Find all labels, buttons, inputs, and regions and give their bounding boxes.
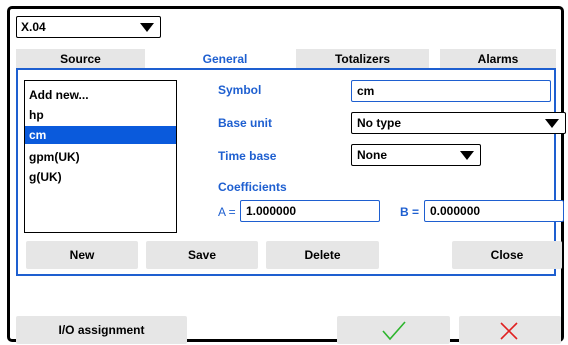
cancel-button[interactable] — [459, 316, 561, 344]
coefficient-a-input[interactable]: 1.000000 — [240, 200, 380, 222]
confirm-button[interactable] — [337, 316, 450, 344]
base-unit-label: Base unit — [218, 116, 273, 130]
list-item[interactable]: g(UK) — [25, 168, 176, 186]
list-item[interactable]: Add new... — [25, 86, 176, 104]
base-unit-select[interactable]: No type — [351, 112, 566, 134]
list-item-selected[interactable]: cm — [25, 126, 176, 144]
coefficient-a-label: A = — [218, 205, 236, 219]
save-button[interactable]: Save — [146, 241, 258, 269]
dropdown-arrow-icon — [140, 23, 154, 32]
device-select[interactable]: X.04 — [16, 16, 161, 38]
device-select-value: X.04 — [21, 20, 46, 34]
new-button[interactable]: New — [26, 241, 138, 269]
unit-list[interactable]: Add new... hp cm gpm(UK) g(UK) — [24, 80, 177, 233]
io-assignment-button[interactable]: I/O assignment — [16, 316, 187, 344]
symbol-input[interactable]: cm — [351, 80, 551, 102]
tab-totalizers[interactable]: Totalizers — [296, 49, 429, 69]
time-base-label: Time base — [218, 149, 277, 163]
tab-general[interactable]: General — [155, 49, 295, 69]
x-icon — [500, 322, 518, 340]
close-button[interactable]: Close — [452, 241, 562, 269]
coefficient-b-label: B = — [400, 205, 420, 219]
time-base-value: None — [357, 148, 387, 162]
dropdown-arrow-icon — [545, 119, 559, 128]
coefficient-b-input[interactable]: 0.000000 — [424, 200, 564, 222]
tab-source[interactable]: Source — [16, 49, 145, 69]
dropdown-arrow-icon — [460, 151, 474, 160]
coefficients-label: Coefficients — [218, 180, 287, 194]
delete-button[interactable]: Delete — [266, 241, 379, 269]
base-unit-value: No type — [357, 116, 402, 130]
list-item[interactable]: gpm(UK) — [25, 148, 176, 166]
tab-alarms[interactable]: Alarms — [440, 49, 556, 69]
list-item[interactable]: hp — [25, 106, 176, 124]
time-base-select[interactable]: None — [351, 144, 481, 166]
check-icon — [382, 321, 406, 341]
symbol-label: Symbol — [218, 83, 262, 97]
